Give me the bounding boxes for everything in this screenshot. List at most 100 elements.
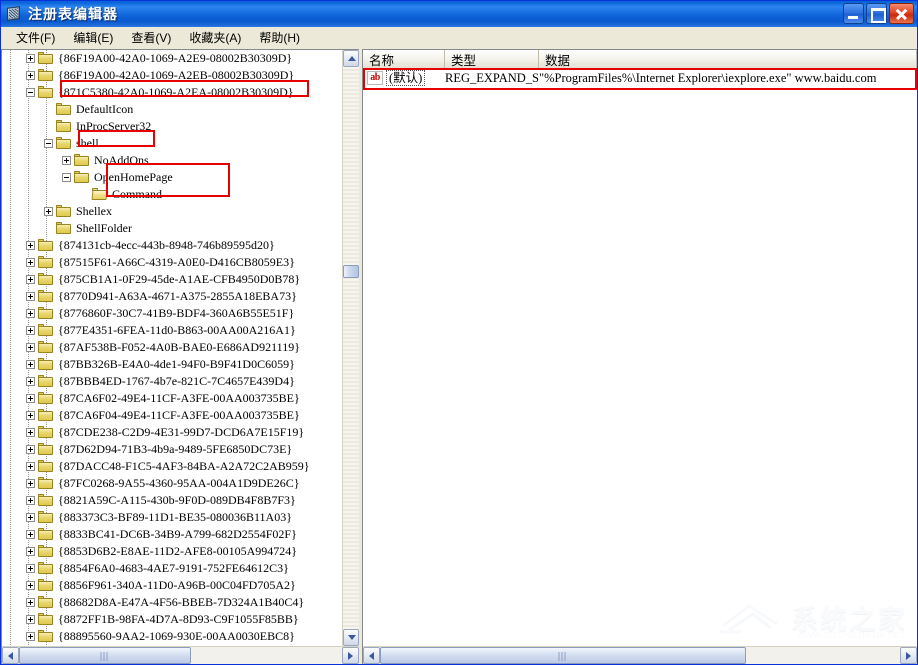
menu-edit[interactable]: 编辑(E) [64,27,122,48]
expand-icon[interactable] [26,343,35,352]
title-bar[interactable]: 注册表编辑器 [1,1,917,27]
expand-icon[interactable] [26,564,35,573]
expand-icon[interactable] [26,326,35,335]
values-row[interactable]: ab (默认) REG_EXPAND_SZ "%ProgramFiles%\Inter… [363,69,917,87]
tree-item[interactable]: {877E4351-6FEA-11d0-B863-00AA00A216A1} [2,322,342,339]
expand-icon[interactable] [44,207,53,216]
tree-item[interactable]: {8776860F-30C7-41B9-BDF4-360A6B55E51F} [2,305,342,322]
tree-item[interactable]: {86F19A00-42A0-1069-A2E9-08002B30309D} [2,50,342,67]
tree-item[interactable]: {87BB326B-E4A0-4de1-94F0-B9F41D0C6059} [2,356,342,373]
tree-item-label: shell [76,136,99,150]
menu-help[interactable]: 帮助(H) [250,27,309,48]
maximize-button[interactable] [866,3,887,24]
tree-scroll-down-button[interactable] [343,629,359,646]
expand-icon[interactable] [26,547,35,556]
expand-icon[interactable] [26,360,35,369]
expand-icon[interactable] [26,428,35,437]
expand-icon[interactable] [26,241,35,250]
tree-item[interactable]: {883373C3-BF89-11D1-BE35-080036B11A03} [2,509,342,526]
values-horizontal-scroll-thumb[interactable] [380,647,746,664]
expand-icon[interactable] [62,156,71,165]
tree-item[interactable]: {874131cb-4ecc-443b-8948-746b89595d20} [2,237,342,254]
collapse-icon[interactable] [44,139,53,148]
tree-item[interactable]: {86F19A00-42A0-1069-A2EB-08002B30309D} [2,67,342,84]
expand-icon[interactable] [26,411,35,420]
tree-item-label: {8821A59C-A115-430b-9F0D-089DB4F8B7F3} [58,493,296,507]
tree-item[interactable]: {875CB1A1-0F29-45de-A1AE-CFB4950D0B78} [2,271,342,288]
minimize-button[interactable] [843,3,864,24]
registry-tree[interactable]: {86F19A00-42A0-1069-A2E9-08002B30309D} {8… [2,50,342,646]
tree-item[interactable]: {87CA6F04-49E4-11CF-A3FE-00AA003735BE} [2,407,342,424]
close-button[interactable] [889,3,914,24]
tree-horizontal-scrollbar[interactable] [2,646,359,664]
tree-vertical-scroll-thumb[interactable] [343,265,359,278]
column-name[interactable]: 名称 [363,50,445,69]
values-horizontal-scrollbar[interactable] [363,646,917,664]
expand-icon[interactable] [26,632,35,641]
tree-scroll-right-button[interactable] [342,647,359,664]
expand-icon[interactable] [26,394,35,403]
collapse-icon[interactable] [26,88,35,97]
folder-closed-icon [38,460,54,473]
expand-icon[interactable] [26,530,35,539]
tree-item-label: {874131cb-4ecc-443b-8948-746b89595d20} [58,238,275,252]
tree-item[interactable]: ShellFolder [2,220,342,237]
tree-item[interactable]: {88895560-9AA2-1069-930E-00AA0030EBC8} [2,628,342,645]
menu-favorites[interactable]: 收藏夹(A) [180,27,250,48]
expand-icon[interactable] [26,71,35,80]
menu-view[interactable]: 查看(V) [122,27,180,48]
tree-item[interactable]: InProcServer32 [2,118,342,135]
expand-icon[interactable] [26,258,35,267]
expand-icon[interactable] [26,513,35,522]
tree-item[interactable]: {871C5380-42A0-1069-A2EA-08002B30309D} [2,84,342,101]
tree-item[interactable]: {8821A59C-A115-430b-9F0D-089DB4F8B7F3} [2,492,342,509]
collapse-icon[interactable] [62,173,71,182]
column-type[interactable]: 类型 [445,50,539,69]
tree-item[interactable]: {87DACC48-F1C5-4AF3-84BA-A2A72C2AB959} [2,458,342,475]
expand-icon[interactable] [26,292,35,301]
tree-item[interactable]: {8853D6B2-E8AE-11D2-AFE8-00105A994724} [2,543,342,560]
value-type-cell: REG_EXPAND_SZ [445,70,539,85]
tree-item[interactable]: shell [2,135,342,152]
tree-item[interactable]: {87BBB4ED-1767-4b7e-821C-7C4657E439D4} [2,373,342,390]
tree-horizontal-scroll-thumb[interactable] [19,647,191,664]
tree-item[interactable]: OpenHomePage [2,169,342,186]
tree-item[interactable]: {8770D941-A63A-4671-A375-2855A18EBA73} [2,288,342,305]
expand-icon[interactable] [26,615,35,624]
tree-item[interactable]: {87FC0268-9A55-4360-95AA-004A1D9DE26C} [2,475,342,492]
tree-item[interactable]: {87CA6F02-49E4-11CF-A3FE-00AA003735BE} [2,390,342,407]
values-scroll-right-button[interactable] [900,647,917,664]
tree-item[interactable]: {87AF538B-F052-4A0B-BAE0-E686AD921119} [2,339,342,356]
folder-closed-icon [56,137,72,150]
tree-item[interactable]: {87CDE238-C2D9-4E31-99D7-DCD6A7E15F19} [2,424,342,441]
tree-vertical-scrollbar[interactable] [342,50,359,646]
folder-closed-icon [38,409,54,422]
expand-icon[interactable] [26,377,35,386]
menu-file[interactable]: 文件(F) [7,27,64,48]
values-scroll-left-button[interactable] [363,647,380,664]
tree-item[interactable]: {88682D8A-E47A-4F56-BBEB-7D324A1B40C4} [2,594,342,611]
tree-scroll-up-button[interactable] [343,50,359,67]
expand-icon[interactable] [26,54,35,63]
expand-icon[interactable] [26,496,35,505]
expand-icon[interactable] [26,581,35,590]
tree-item[interactable]: DefaultIcon [2,101,342,118]
tree-scroll-left-button[interactable] [2,647,19,664]
expand-icon[interactable] [26,275,35,284]
tree-item[interactable]: {87D62D94-71B3-4b9a-9489-5FE6850DC73E} [2,441,342,458]
tree-item[interactable]: {8854F6A0-4683-4AE7-9191-752FE64612C3} [2,560,342,577]
column-data[interactable]: 数据 [539,50,917,69]
expand-icon[interactable] [26,445,35,454]
values-list[interactable]: ab (默认) REG_EXPAND_SZ "%ProgramFiles%\Inter… [363,69,917,646]
tree-item[interactable]: Command [2,186,342,203]
tree-item[interactable]: {8872FF1B-98FA-4D7A-8D93-C9F1055F85BB} [2,611,342,628]
tree-item[interactable]: {87515F61-A66C-4319-A0E0-D416CB8059E3} [2,254,342,271]
tree-item[interactable]: NoAddOns [2,152,342,169]
expand-icon[interactable] [26,309,35,318]
tree-item[interactable]: Shellex [2,203,342,220]
expand-icon[interactable] [26,598,35,607]
tree-item[interactable]: {8833BC41-DC6B-34B9-A799-682D2554F02F} [2,526,342,543]
expand-icon[interactable] [26,462,35,471]
expand-icon[interactable] [26,479,35,488]
tree-item[interactable]: {8856F961-340A-11D0-A96B-00C04FD705A2} [2,577,342,594]
